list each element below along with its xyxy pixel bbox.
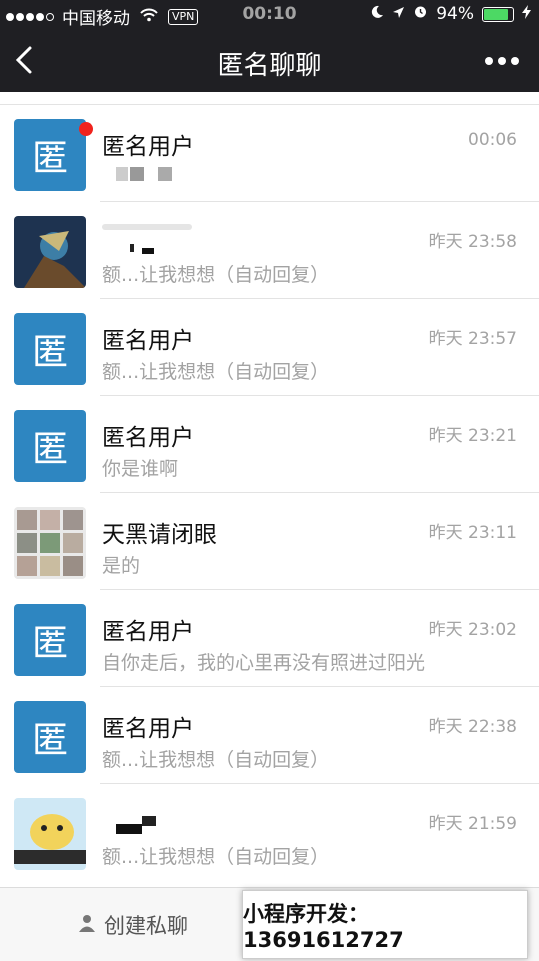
conversation-row[interactable]: 昨天 21:59 额...让我想想（自动回复）	[0, 784, 539, 881]
conversation-name: 匿名用户	[102, 328, 194, 354]
conversation-time: 昨天 23:02	[428, 620, 517, 640]
conversation-row[interactable]: 昨天 23:58 额...让我想想（自动回复）	[0, 202, 539, 299]
conversation-row[interactable]: 匿 匿名用户 00:06	[0, 105, 539, 202]
conversation-row[interactable]: 天黑请闭眼 昨天 23:11 是的	[0, 493, 539, 590]
conversation-preview: 是的	[102, 555, 141, 577]
alarm-icon	[413, 4, 428, 24]
create-private-chat-button[interactable]: 创建私聊	[78, 910, 188, 940]
list-top-divider	[0, 92, 539, 105]
unread-dot	[79, 122, 93, 136]
conversation-preview: 额...让我想想（自动回复）	[102, 264, 330, 286]
conversation-name: 天黑请闭眼	[102, 522, 217, 548]
conversation-time: 昨天 23:57	[428, 329, 517, 349]
conversation-row[interactable]: 匿 匿名用户 昨天 23:57 额...让我想想（自动回复）	[0, 299, 539, 396]
conversation-time: 00:06	[468, 130, 517, 150]
page-title: 匿名聊聊	[217, 51, 322, 81]
avatar	[14, 507, 86, 579]
conversation-name: 匿名用户	[102, 425, 194, 451]
avatar: 匿	[14, 604, 86, 676]
conversation-time: 昨天 22:38	[428, 717, 517, 737]
conversation-name	[102, 224, 202, 260]
conversation-name: 匿名用户	[102, 716, 194, 742]
avatar	[14, 216, 86, 288]
conversation-preview: 额...让我想想（自动回复）	[102, 361, 330, 383]
conversation-row[interactable]: 匿 匿名用户 昨天 23:02 自你走后，我的心里再没有照进过阳光	[0, 590, 539, 687]
avatar: 匿	[14, 410, 86, 482]
conversation-list[interactable]: 匿 匿名用户 00:06 昨天 23:58 额...让我想想（自动回复） 匿 匿…	[0, 92, 539, 887]
conversation-preview: 额...让我想想（自动回复）	[102, 749, 330, 771]
conversation-name	[102, 806, 172, 842]
charging-icon	[522, 4, 531, 24]
battery-icon	[482, 6, 514, 22]
create-private-chat-label: 创建私聊	[104, 914, 188, 938]
avatar: 匿	[14, 119, 86, 191]
conversation-row[interactable]: 匿 匿名用户 昨天 23:21 你是谁啊	[0, 396, 539, 493]
conversation-preview	[102, 163, 172, 188]
avatar: 匿	[14, 313, 86, 385]
conversation-time: 昨天 23:11	[428, 523, 517, 543]
more-button[interactable]	[485, 57, 519, 65]
location-arrow-icon	[392, 4, 405, 24]
developer-contact-label: 小程序开发：13691612727	[242, 890, 528, 959]
navigation-bar: 匿名聊聊	[0, 30, 539, 92]
conversation-preview: 你是谁啊	[102, 458, 179, 480]
conversation-row[interactable]: 匿 匿名用户 昨天 22:38 额...让我想想（自动回复）	[0, 687, 539, 784]
avatar: 匿	[14, 701, 86, 773]
status-bar: 中国移动 VPN 00:10 94%	[0, 0, 539, 30]
conversation-time: 昨天 21:59	[428, 814, 517, 834]
conversation-name: 匿名用户	[102, 134, 194, 160]
moon-icon	[370, 4, 384, 24]
redacted-preview	[116, 167, 172, 181]
conversation-name: 匿名用户	[102, 619, 194, 645]
redacted-name	[102, 224, 192, 254]
conversation-time: 昨天 23:58	[428, 232, 517, 252]
avatar	[14, 798, 86, 870]
conversation-preview: 自你走后，我的心里再没有照进过阳光	[102, 652, 426, 674]
person-icon	[78, 913, 96, 937]
conversation-time: 昨天 23:21	[428, 426, 517, 446]
redacted-name	[116, 816, 156, 834]
conversation-preview: 额...让我想想（自动回复）	[102, 846, 330, 868]
battery-percent: 94%	[436, 4, 474, 24]
